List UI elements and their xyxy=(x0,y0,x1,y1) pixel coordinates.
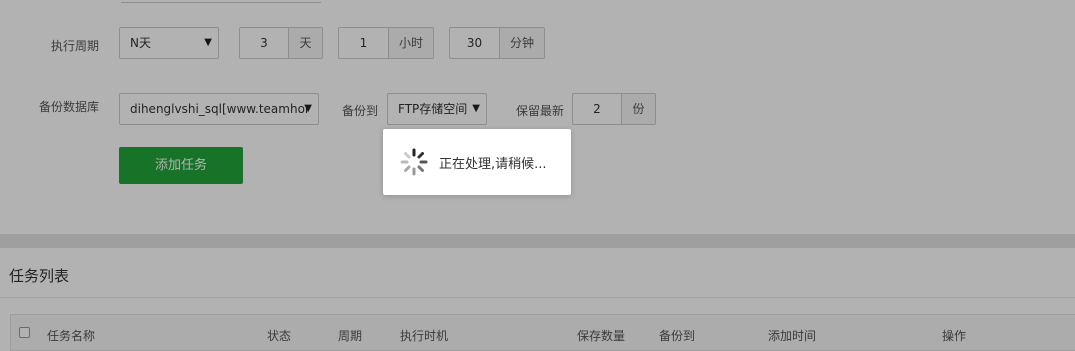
loading-text: 正在处理,请稍候... xyxy=(439,157,547,172)
loading-dialog: 正在处理,请稍候... xyxy=(383,129,571,195)
loading-spinner-icon xyxy=(400,148,428,176)
